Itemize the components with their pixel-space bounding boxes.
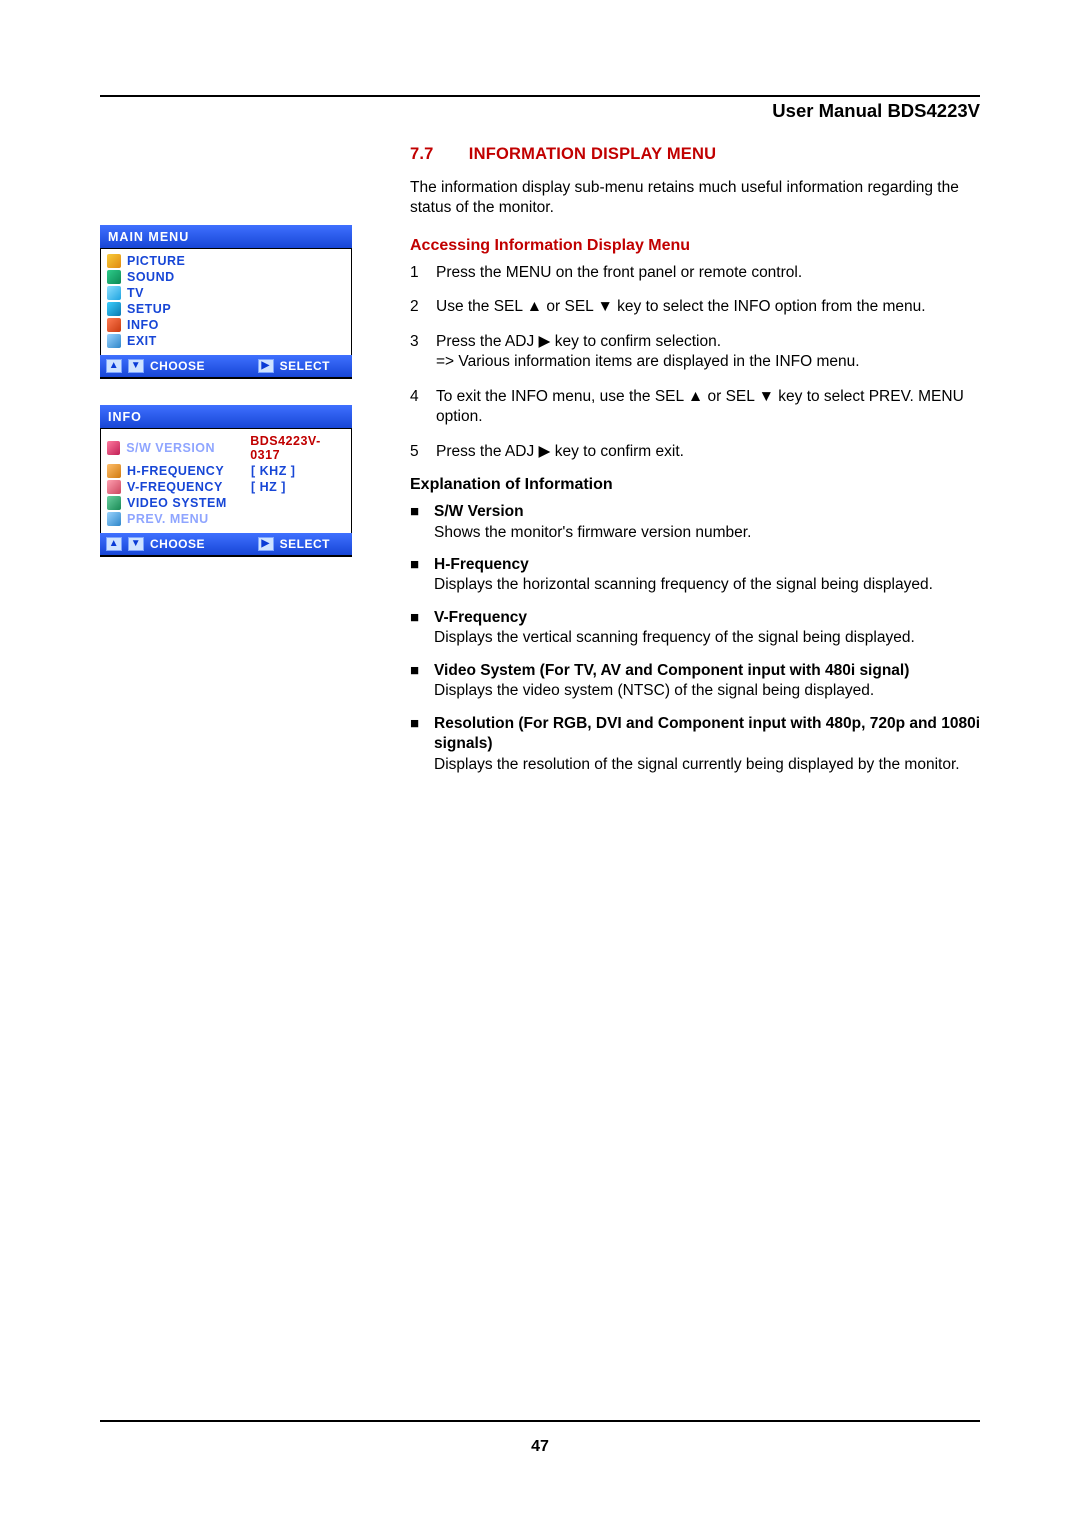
info-row-label: VIDEO SYSTEM xyxy=(127,496,231,510)
info-row-label: H-FREQUENCY xyxy=(127,464,231,478)
arrow-right-icon: ▶ xyxy=(258,537,274,551)
step-item: 4 To exit the INFO menu, use the SEL ▲ or… xyxy=(410,387,980,428)
step-number: 2 xyxy=(410,297,424,317)
explanation-desc: Displays the resolution of the signal cu… xyxy=(434,756,960,773)
explanation-title: H-Frequency xyxy=(434,556,529,573)
osd-info-row: V-FREQUENCY [ HZ ] xyxy=(107,479,345,495)
menu-item-label: TV xyxy=(127,286,144,300)
info-row-icon xyxy=(107,441,120,455)
info-row-value: [ HZ ] xyxy=(251,480,286,494)
menu-item-icon xyxy=(107,334,121,348)
square-bullet-icon: ■ xyxy=(410,714,422,775)
square-bullet-icon: ■ xyxy=(410,502,422,543)
section-intro: The information display sub-menu retains… xyxy=(410,178,980,219)
footer-choose-label: CHOOSE xyxy=(150,359,205,373)
osd-main-menu: MAIN MENU PICTURESOUNDTVSETUPINFOEXIT ▲ … xyxy=(100,225,352,379)
explanation-desc: Shows the monitor's firmware version num… xyxy=(434,524,751,541)
explanation-title: V-Frequency xyxy=(434,609,527,626)
menu-item-label: SETUP xyxy=(127,302,171,316)
square-bullet-icon: ■ xyxy=(410,608,422,649)
explanation-desc: Displays the video system (NTSC) of the … xyxy=(434,682,874,699)
square-bullet-icon: ■ xyxy=(410,661,422,702)
info-row-icon xyxy=(107,480,121,494)
menu-item-icon xyxy=(107,286,121,300)
step-text: To exit the INFO menu, use the SEL ▲ or … xyxy=(436,387,980,428)
arrow-up-icon: ▲ xyxy=(106,359,122,373)
menu-item-icon xyxy=(107,270,121,284)
step-text: Press the MENU on the front panel or rem… xyxy=(436,263,980,283)
explanation-item: ■ H-Frequency Displays the horizontal scan… xyxy=(410,555,980,596)
step-text: Press the ADJ ▶ key to confirm selection… xyxy=(436,332,980,373)
osd-info-row: VIDEO SYSTEM xyxy=(107,495,345,511)
osd-menu-item: EXIT xyxy=(107,333,345,349)
step-item: 1 Press the MENU on the front panel or re… xyxy=(410,263,980,283)
step-text: Use the SEL ▲ or SEL ▼ key to select the… xyxy=(436,297,980,317)
page-header: User Manual BDS4223V xyxy=(772,100,980,122)
arrow-down-icon: ▼ xyxy=(128,359,144,373)
section-heading: 7.7 INFORMATION DISPLAY MENU xyxy=(410,145,980,164)
step-item: 2 Use the SEL ▲ or SEL ▼ key to select th… xyxy=(410,297,980,317)
step-item: 5 Press the ADJ ▶ key to confirm exit. xyxy=(410,442,980,462)
arrow-up-icon: ▲ xyxy=(106,537,122,551)
step-number: 1 xyxy=(410,263,424,283)
section-number: 7.7 xyxy=(410,145,464,164)
footer-select-label: SELECT xyxy=(280,537,330,551)
osd-info-row: H-FREQUENCY [ KHZ ] xyxy=(107,463,345,479)
square-bullet-icon: ■ xyxy=(410,555,422,596)
osd-title: MAIN MENU xyxy=(100,225,352,248)
menu-item-icon xyxy=(107,318,121,332)
osd-info-row: PREV. MENU xyxy=(107,511,345,527)
step-number: 5 xyxy=(410,442,424,462)
page-number: 47 xyxy=(531,1438,549,1455)
info-row-label: PREV. MENU xyxy=(127,512,231,526)
footer-select-label: SELECT xyxy=(280,359,330,373)
menu-item-icon xyxy=(107,302,121,316)
explanation-title: Video System (For TV, AV and Component i… xyxy=(434,662,909,679)
info-row-label: S/W VERSION xyxy=(126,441,230,455)
info-row-icon xyxy=(107,496,121,510)
info-row-icon xyxy=(107,512,121,526)
explanation-heading: Explanation of Information xyxy=(410,476,980,494)
arrow-right-icon: ▶ xyxy=(258,359,274,373)
step-number: 3 xyxy=(410,332,424,373)
explanation-item: ■ S/W Version Shows the monitor's firmware… xyxy=(410,502,980,543)
osd-menu-item: INFO xyxy=(107,317,345,333)
explanation-item: ■ Video System (For TV, AV and Component … xyxy=(410,661,980,702)
explanation-item: ■ V-Frequency Displays the vertical scanni… xyxy=(410,608,980,649)
osd-title: INFO xyxy=(100,405,352,428)
step-number: 4 xyxy=(410,387,424,428)
osd-menu-item: PICTURE xyxy=(107,253,345,269)
info-row-value: BDS4223V-0317 xyxy=(250,434,345,462)
menu-item-icon xyxy=(107,254,121,268)
osd-menu-item: TV xyxy=(107,285,345,301)
osd-info-row: S/W VERSION BDS4223V-0317 xyxy=(107,433,345,463)
info-row-icon xyxy=(107,464,121,478)
explanation-item: ■ Resolution (For RGB, DVI and Component … xyxy=(410,714,980,775)
info-row-value: [ KHZ ] xyxy=(251,464,295,478)
menu-item-label: SOUND xyxy=(127,270,175,284)
menu-item-label: PICTURE xyxy=(127,254,185,268)
explanation-desc: Displays the horizontal scanning frequen… xyxy=(434,576,933,593)
osd-menu-item: SETUP xyxy=(107,301,345,317)
accessing-heading: Accessing Information Display Menu xyxy=(410,237,980,255)
footer-choose-label: CHOOSE xyxy=(150,537,205,551)
explanation-title: S/W Version xyxy=(434,503,524,520)
info-row-label: V-FREQUENCY xyxy=(127,480,231,494)
arrow-down-icon: ▼ xyxy=(128,537,144,551)
explanation-desc: Displays the vertical scanning frequency… xyxy=(434,629,915,646)
explanation-title: Resolution (For RGB, DVI and Component i… xyxy=(434,715,980,752)
step-text: Press the ADJ ▶ key to confirm exit. xyxy=(436,442,980,462)
osd-info-menu: INFO S/W VERSIONBDS4223V-0317H-FREQUENCY… xyxy=(100,405,352,557)
menu-item-label: INFO xyxy=(127,318,159,332)
osd-menu-item: SOUND xyxy=(107,269,345,285)
section-title: INFORMATION DISPLAY MENU xyxy=(469,145,716,163)
menu-item-label: EXIT xyxy=(127,334,157,348)
step-item: 3 Press the ADJ ▶ key to confirm selectio… xyxy=(410,332,980,373)
